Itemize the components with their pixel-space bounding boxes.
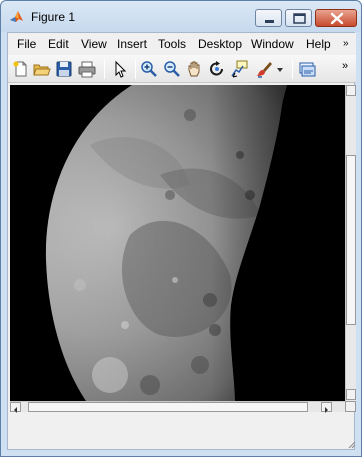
scroll-left-button[interactable]: [10, 402, 21, 413]
link-plot-icon[interactable]: [298, 60, 316, 78]
arrow-left-icon: [14, 407, 17, 413]
menu-help[interactable]: Help: [306, 37, 331, 51]
close-button[interactable]: [315, 9, 357, 27]
title-bar[interactable]: Figure 1: [1, 1, 361, 32]
scroll-up-button[interactable]: [346, 85, 356, 96]
horizontal-scrollbar[interactable]: [10, 401, 345, 413]
pointer-icon[interactable]: [111, 60, 129, 78]
scrollbar-corner: [345, 401, 356, 412]
new-figure-icon[interactable]: [12, 60, 30, 78]
menu-view[interactable]: View: [81, 37, 107, 51]
scroll-down-button[interactable]: [346, 389, 356, 400]
horizontal-scroll-thumb[interactable]: [28, 402, 308, 412]
matlab-icon: [10, 11, 23, 22]
figure-toolbar: »: [8, 55, 356, 83]
brush-icon[interactable]: [255, 60, 273, 78]
dropdown-icon[interactable]: [275, 60, 285, 78]
pan-icon[interactable]: [186, 60, 204, 78]
data-cursor-icon[interactable]: [230, 60, 248, 78]
zoom-out-icon[interactable]: [163, 60, 181, 78]
vertical-scroll-thumb[interactable]: [346, 155, 356, 325]
figure-client-area: File Edit View Insert Tools Desktop Wind…: [7, 32, 356, 450]
window-title: Figure 1: [31, 10, 76, 24]
toolbar-overflow-icon[interactable]: »: [342, 60, 348, 72]
minimize-button[interactable]: [255, 9, 282, 27]
toolbar-separator: [292, 59, 293, 79]
menu-desktop[interactable]: Desktop: [198, 37, 242, 51]
menu-file[interactable]: File: [17, 37, 36, 51]
menu-overflow-icon[interactable]: »: [343, 38, 349, 49]
toolbar-separator: [104, 59, 105, 79]
rotate-3d-icon[interactable]: [208, 60, 226, 78]
open-file-icon[interactable]: [33, 60, 51, 78]
figure-axes[interactable]: [10, 85, 345, 401]
arrow-right-icon: [325, 407, 328, 413]
save-icon[interactable]: [55, 60, 73, 78]
zoom-in-icon[interactable]: [140, 60, 158, 78]
menu-bar: File Edit View Insert Tools Desktop Wind…: [8, 33, 356, 55]
vertical-scrollbar[interactable]: [345, 85, 356, 401]
resize-grip-icon[interactable]: [346, 439, 356, 449]
scroll-right-button[interactable]: [321, 402, 332, 413]
moon-image: [10, 85, 345, 401]
close-icon: [330, 12, 344, 25]
minimize-icon: [265, 20, 274, 23]
menu-window[interactable]: Window: [251, 37, 294, 51]
maximize-button[interactable]: [285, 9, 312, 27]
toolbar-separator: [135, 59, 136, 79]
menu-insert[interactable]: Insert: [117, 37, 147, 51]
figure-window: Figure 1 File Edit View Insert Tools Des…: [0, 0, 362, 457]
menu-edit[interactable]: Edit: [48, 37, 69, 51]
maximize-icon: [293, 13, 306, 24]
menu-tools[interactable]: Tools: [158, 37, 186, 51]
print-icon[interactable]: [78, 60, 96, 78]
